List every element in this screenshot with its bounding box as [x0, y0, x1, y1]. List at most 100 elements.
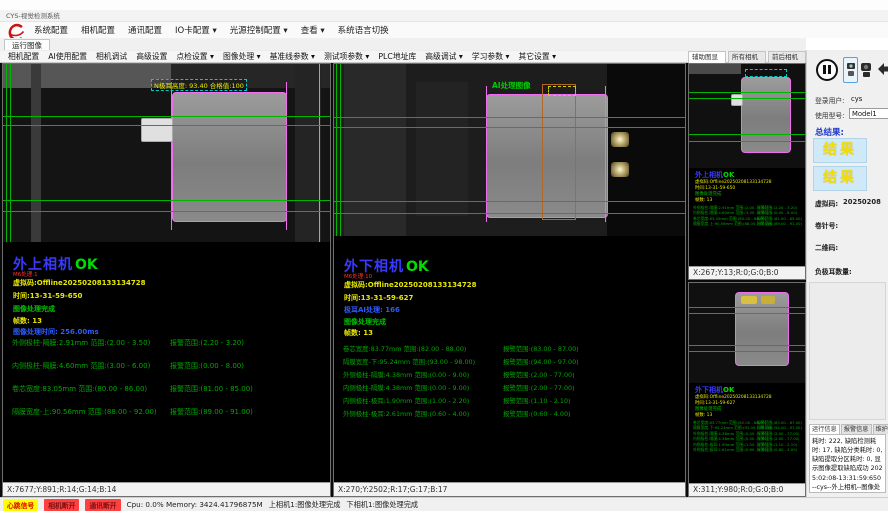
alarm-text: 报警范围:(89.00 - 91.00) — [170, 407, 253, 417]
result-display-2: 结果 — [813, 166, 867, 191]
tool-advanced-settings[interactable]: 高级设置 — [136, 51, 167, 62]
tab-height-annotation: N极耳高度: 93.40 合格值:100 — [151, 79, 247, 91]
tool-advanced-debug[interactable]: 高级调试 ▾ — [425, 51, 463, 62]
measure-line — [3, 125, 330, 126]
tool-learning-params[interactable]: 学习参数 ▾ — [472, 51, 510, 62]
machine-part — [416, 82, 468, 216]
alarm-text: 报警范围:(89.00 - 91.00) — [757, 221, 802, 227]
alarm-text: 报警范围:(2.00 - 77.00) — [503, 370, 575, 379]
tool-spotcheck-settings[interactable]: 点检设置 ▾ — [176, 51, 214, 62]
result-ok: OK — [723, 386, 734, 394]
measure-line — [689, 98, 805, 99]
measure-line — [689, 345, 805, 346]
tool-other-settings[interactable]: 其它设置 ▾ — [518, 51, 556, 62]
window-top-strip — [0, 0, 888, 10]
ai-process-label: AI处理图像 — [492, 80, 531, 91]
result-ok: OK — [406, 259, 429, 275]
menu-io-config[interactable]: IO卡配置 ▾ — [175, 24, 217, 36]
measure-line — [3, 116, 330, 117]
menu-camera-config[interactable]: 相机配置 — [81, 24, 115, 36]
neg-tab-count-label: 负极耳数量: — [815, 266, 852, 276]
tool-test-params[interactable]: 测试项参数 ▾ — [324, 51, 369, 62]
measure-line — [3, 211, 330, 212]
logout-back-arrow-icon[interactable] — [875, 60, 888, 82]
tool-image-processing[interactable]: 图像处理 ▾ — [223, 51, 261, 62]
barcode-text: 虚拟码:Offline20250208133134728 — [344, 280, 477, 290]
small-lower-camera-view: 外下相机OK 虚拟码:Offline20250208133134728 时间:1… — [688, 282, 806, 497]
machine-part — [344, 64, 406, 236]
qr-code-label: 二维码: — [815, 242, 838, 252]
measure-line — [689, 351, 805, 352]
menu-language-switch[interactable]: 系统语言切换 — [338, 24, 389, 36]
measurement-row: 外侧极柱-隔膜:4.38mm 范围:(0.00 - 9.00) 报警范围:(2.0… — [343, 370, 683, 383]
process-done-text: 图像处理完成 — [13, 304, 55, 314]
model-label: 使用型号: — [815, 110, 844, 120]
pixel-coordinate-bar: X:270;Y:2502;R:17;G:17;B:17 — [334, 482, 685, 496]
tool-plc-address[interactable]: PLC地址库 — [378, 51, 416, 62]
tool-camera-config[interactable]: 相机配置 — [8, 51, 39, 62]
camera-name: 外下相机 — [695, 386, 723, 394]
window-title: CYS-视觉检测系统 — [6, 12, 60, 20]
process-time-text: 图像处理时间: 256.00ms — [13, 327, 99, 337]
menu-comm-config[interactable]: 通讯配置 — [128, 24, 162, 36]
measurement-row: 内侧极柱-隔膜:4.38mm 范围:(0.00 - 9.00)报警范围:(2.0… — [343, 383, 683, 396]
upper-camera-image[interactable]: N极耳高度: 93.40 合格值:100 — [3, 64, 330, 242]
tab-aux-display[interactable]: 辅助图显示 — [688, 51, 726, 63]
time-text: 时间:13-31-59-650 — [13, 291, 82, 301]
alarm-text: 报警范围:(83.00 - 87.00) — [503, 344, 579, 353]
gripper-connector — [141, 118, 173, 142]
dark-chamber — [607, 64, 685, 236]
tool-baseline-params[interactable]: 基准线参数 ▾ — [270, 51, 315, 62]
pixel-coordinate-bar: X:267;Y:13;R:0;G:0;B:0 — [689, 266, 805, 279]
menu-system-config[interactable]: 系统配置 — [34, 24, 68, 36]
pause-button[interactable] — [816, 59, 838, 81]
yellow-guide-line — [319, 64, 320, 242]
toolbar: 相机配置 AI使用配置 相机调试 高级设置 点检设置 ▾ 图像处理 ▾ 基准线参… — [0, 50, 806, 63]
model-input[interactable]: Model1 — [849, 108, 888, 119]
measure-text: 内侧极柱-极耳:1.90mm 范围:(1.00 - 2.20) — [343, 396, 469, 405]
tab-front-back-cameras[interactable]: 前后相机图 — [768, 51, 806, 63]
battery-cell — [172, 92, 287, 222]
lower-camera-status: 下相机1:图像处理完成 — [346, 500, 418, 510]
comm-status-badge: 通讯断开 — [85, 499, 120, 511]
measure-line — [689, 134, 805, 135]
login-user-label: 登录用户: — [815, 95, 844, 105]
status-bar: 心跳信号 相机断开 通讯断开 Cpu: 0.0% Memory: 3424.41… — [0, 497, 888, 511]
measurement-row: 隔膜宽度-上:90.56mm 范围:(88.00 - 92.00)报警范围:(8… — [12, 407, 328, 430]
measure-line — [334, 213, 685, 214]
measure-text: 外侧极柱-隔膜:4.38mm 范围:(0.00 - 9.00) — [343, 370, 469, 379]
upper-camera-status: 上相机1:图像处理完成 — [269, 500, 341, 510]
measure-text: 外侧极柱-隔膜:2.91mm 范围:(2.00 - 3.50) — [12, 338, 150, 348]
alarm-text: 报警范围:(2.00 - 77.00) — [503, 383, 575, 392]
menu-items: 系统配置 相机配置 通讯配置 IO卡配置 ▾ 光源控制配置 ▾ 查看 ▾ 系统语… — [34, 22, 389, 38]
heartbeat-badge: 心跳信号 — [3, 499, 38, 511]
virtual-code-label: 虚拟码: — [815, 198, 838, 208]
alarm-text: 报警范围:(94.00 - 97.00) — [503, 357, 579, 366]
camera-capture-button[interactable] — [843, 57, 858, 83]
menu-light-config[interactable]: 光源控制配置 ▾ — [230, 24, 288, 36]
run-log-text[interactable]: 耗时: 222, 缺陷检测耗时: 17, 缺陷分类耗时: 0, 缺陷提取分区耗时… — [809, 434, 886, 493]
alarm-text: 报警范围:(81.00 - 85.00) — [170, 384, 253, 394]
measure-line — [689, 307, 805, 308]
tab-all-cameras[interactable]: 所有相机图 — [728, 51, 766, 63]
lower-camera-image[interactable]: AI处理图像 — [334, 64, 685, 236]
process-done-text: 图像处理完成 — [344, 317, 386, 327]
tab-run-log[interactable]: 运行信息 — [809, 424, 840, 434]
measure-line — [689, 92, 805, 93]
tool-camera-debug[interactable]: 相机调试 — [96, 51, 127, 62]
image-top-band — [3, 64, 171, 88]
tab-maintenance-log[interactable]: 维护信息 — [873, 424, 888, 434]
frames-text: 帧数: 13 — [13, 316, 42, 326]
small-lower-image[interactable] — [689, 283, 805, 383]
tab-alarm-log[interactable]: 报警信息 — [841, 424, 872, 434]
machine-column-right — [295, 64, 321, 242]
small-upper-image[interactable] — [689, 64, 805, 168]
tool-ai-use-config[interactable]: AI使用配置 — [48, 51, 87, 62]
measure-text: 卷芯宽度:83.77mm 范围:(82.00 - 88.00) — [343, 344, 466, 353]
menu-view[interactable]: 查看 ▾ — [301, 24, 325, 36]
log-tabs: 运行信息 报警信息 维护信息 — [809, 424, 888, 434]
result-ok: OK — [723, 171, 734, 179]
frames-text: 帧数: 13 — [344, 328, 373, 338]
camera-device-icon[interactable] — [860, 61, 874, 83]
small-view-tabs: 辅助图显示 所有相机图 前后相机图 — [688, 50, 806, 63]
